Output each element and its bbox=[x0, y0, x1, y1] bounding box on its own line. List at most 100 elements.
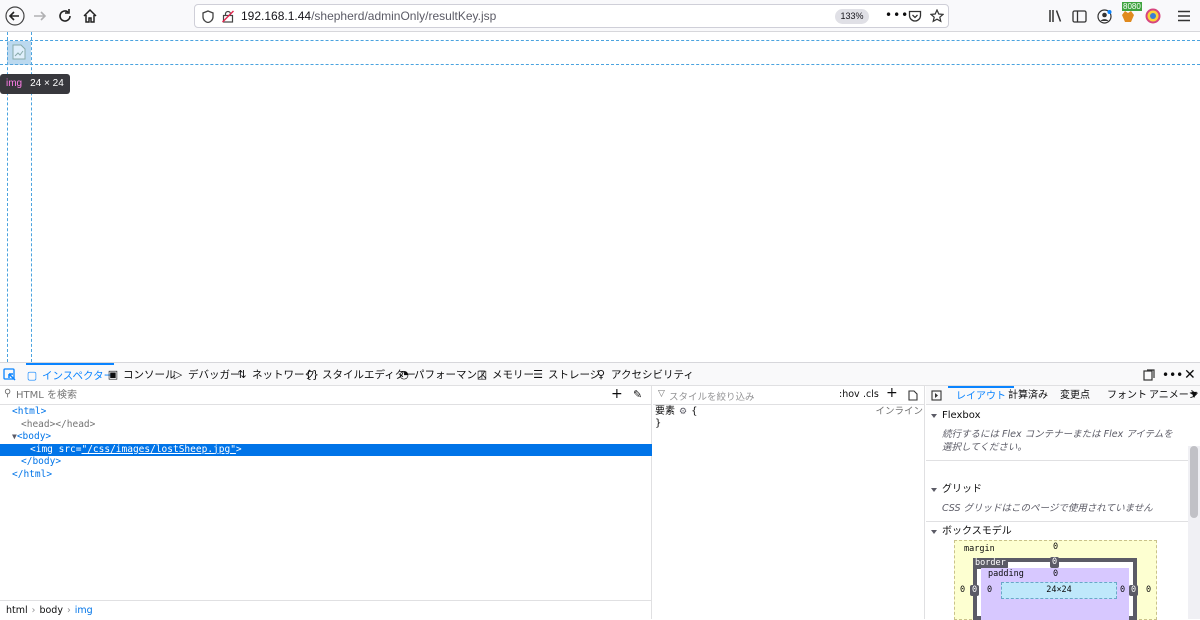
tab-computed[interactable]: 計算済み bbox=[1008, 386, 1048, 405]
sidebar-icon bbox=[1071, 9, 1087, 23]
rules-filter-row: ▽ スタイルを絞り込み :hov .cls + bbox=[653, 385, 925, 405]
tab-inspector[interactable]: ▢ インスペクター bbox=[26, 363, 115, 386]
dock-options-button[interactable] bbox=[1143, 363, 1155, 386]
home-icon bbox=[83, 8, 97, 23]
toggle-sidebar-icon[interactable] bbox=[931, 390, 942, 401]
layout-scrollbar[interactable] bbox=[1188, 446, 1200, 619]
debugger-icon: ▷ bbox=[173, 368, 183, 381]
url-text[interactable]: 192.168.1.44/shepherd/adminOnly/resultKe… bbox=[241, 9, 496, 23]
tab-label: インスペクター bbox=[42, 370, 115, 382]
inline-source-label: インライン bbox=[875, 406, 923, 417]
padding-left-value[interactable]: 0 bbox=[987, 585, 992, 595]
padding-right-value[interactable]: 0 bbox=[1120, 585, 1125, 595]
tab-console[interactable]: ▣ コンソール bbox=[107, 363, 176, 386]
memory-icon: ◫ bbox=[476, 368, 488, 381]
img-src-link[interactable]: "/css/images/lostSheep.jpg" bbox=[81, 444, 235, 455]
rules-body: 要素 ⚙ { インライン } bbox=[655, 406, 923, 430]
tab-memory[interactable]: ◫ メモリー bbox=[476, 363, 534, 386]
flexbox-section: Flexbox 続行するには Flex コンテナーまたは Flex アイテムを選… bbox=[926, 406, 1188, 461]
margin-right-value[interactable]: 0 bbox=[1146, 585, 1151, 595]
element-rule[interactable]: 要素 ⚙ { インライン bbox=[655, 406, 923, 418]
add-rule-button[interactable]: + bbox=[886, 385, 898, 401]
shield-icon[interactable] bbox=[202, 10, 214, 23]
close-devtools-button[interactable]: ✕ bbox=[1184, 363, 1196, 386]
tab-changes[interactable]: 変更点 bbox=[1060, 386, 1090, 405]
tree-node-html-close[interactable]: </html> bbox=[0, 469, 652, 482]
content-box[interactable]: 24×24 bbox=[1001, 582, 1117, 599]
tab-debugger[interactable]: ▷ デバッガー bbox=[172, 363, 241, 386]
main-menu-button[interactable] bbox=[1172, 4, 1196, 28]
tab-accessibility[interactable]: ♀ アクセシビリティ bbox=[595, 363, 694, 386]
breadcrumb-item-img[interactable]: img bbox=[75, 601, 93, 619]
tree-node-head[interactable]: <head></head> bbox=[0, 419, 652, 432]
markup-tree: <html> <head></head> ▼<body> <img src="/… bbox=[0, 406, 652, 481]
chevron-down-icon[interactable]: ▼ bbox=[1191, 390, 1197, 399]
padding-top-value[interactable]: 0 bbox=[1053, 569, 1058, 579]
tab-fonts[interactable]: フォント bbox=[1107, 386, 1147, 405]
margin-left-value[interactable]: 0 bbox=[960, 585, 965, 595]
gear-icon[interactable]: ⚙ bbox=[679, 406, 687, 418]
pocket-icon[interactable] bbox=[908, 10, 922, 23]
eyedropper-icon[interactable]: ✎ bbox=[633, 388, 642, 401]
tab-layout[interactable]: レイアウト bbox=[948, 386, 1014, 405]
tab-network[interactable]: ⇅ ネットワーク bbox=[236, 363, 315, 386]
insecure-lock-icon[interactable] bbox=[222, 10, 234, 23]
element-rule-label: 要素 bbox=[655, 406, 675, 417]
flexbox-header[interactable]: Flexbox bbox=[926, 406, 1188, 426]
infobar-tag: img bbox=[6, 78, 23, 89]
filter-icon: ▽ bbox=[658, 389, 665, 399]
node-text: </body> bbox=[21, 456, 62, 467]
tree-node-body-close[interactable]: </body> bbox=[0, 456, 652, 469]
sidebar-button[interactable] bbox=[1067, 4, 1091, 28]
forward-arrow-icon bbox=[34, 11, 47, 21]
boxmodel-header[interactable]: ボックスモデル bbox=[926, 522, 1188, 542]
colorful-extension-button[interactable] bbox=[1141, 4, 1165, 28]
close-icon: ✕ bbox=[1184, 366, 1196, 383]
html-search-input[interactable] bbox=[4, 388, 594, 403]
page-viewport: img 24 × 24 bbox=[0, 32, 1200, 362]
url-path: /shepherd/adminOnly/resultKey.jsp bbox=[311, 9, 497, 23]
tree-node-body[interactable]: ▼<body> bbox=[0, 431, 652, 444]
devtools-menu-button[interactable]: ••• bbox=[1162, 363, 1183, 386]
back-arrow-icon bbox=[5, 6, 25, 26]
url-bar[interactable]: 192.168.1.44/shepherd/adminOnly/resultKe… bbox=[194, 4, 949, 28]
tab-performance[interactable]: ◔ パフォーマンス bbox=[398, 363, 487, 386]
tree-node-html[interactable]: <html> bbox=[0, 406, 652, 419]
library-button[interactable] bbox=[1044, 4, 1068, 28]
zoom-indicator[interactable]: 133% bbox=[835, 9, 869, 24]
home-button[interactable] bbox=[78, 4, 102, 28]
element-picker-button[interactable] bbox=[3, 363, 21, 386]
rules-filter-input[interactable]: スタイルを絞り込み bbox=[669, 389, 755, 403]
tab-storage[interactable]: ☰ ストレージ bbox=[532, 363, 600, 386]
margin-label: margin bbox=[964, 544, 995, 554]
broken-image-icon[interactable] bbox=[11, 44, 27, 60]
bookmark-star-icon[interactable] bbox=[930, 9, 944, 23]
forward-button[interactable] bbox=[28, 4, 52, 28]
cls-toggle[interactable]: .cls bbox=[863, 389, 879, 400]
account-button[interactable] bbox=[1092, 4, 1116, 28]
rules-pane: ▽ スタイルを絞り込み :hov .cls + 要素 ⚙ { インライン } bbox=[653, 385, 925, 619]
rule-brace-close: } bbox=[655, 418, 662, 429]
breadcrumb-item-html[interactable]: html bbox=[6, 601, 28, 619]
tree-node-img[interactable]: <img src="/css/images/lostSheep.jpg"> bbox=[0, 443, 652, 456]
breadcrumb-item-body[interactable]: body bbox=[39, 601, 63, 619]
dock-icon bbox=[1143, 368, 1155, 381]
reload-button[interactable] bbox=[53, 4, 77, 28]
page-actions-icon[interactable]: ••• bbox=[885, 8, 909, 22]
foxyproxy-extension-button[interactable]: 8080 bbox=[1116, 2, 1142, 28]
scrollbar-thumb[interactable] bbox=[1190, 446, 1198, 518]
border-right-value[interactable]: 0 bbox=[1129, 585, 1139, 596]
back-button[interactable] bbox=[3, 4, 27, 28]
node-text: <html> bbox=[12, 406, 47, 417]
border-top-value[interactable]: 0 bbox=[1050, 557, 1060, 568]
print-simulation-icon[interactable] bbox=[908, 390, 918, 401]
highlighter-guide-top bbox=[0, 40, 1200, 41]
hov-toggle[interactable]: :hov bbox=[839, 389, 860, 400]
style-editor-icon: {} bbox=[305, 368, 319, 381]
border-left-value[interactable]: 0 bbox=[970, 585, 980, 596]
grid-header[interactable]: グリッド bbox=[926, 480, 1188, 500]
margin-top-value[interactable]: 0 bbox=[1053, 542, 1058, 552]
add-node-button[interactable]: + bbox=[611, 386, 623, 402]
highlighter-guide-bottom bbox=[0, 64, 1200, 65]
tab-label: ストレージ bbox=[548, 369, 601, 381]
